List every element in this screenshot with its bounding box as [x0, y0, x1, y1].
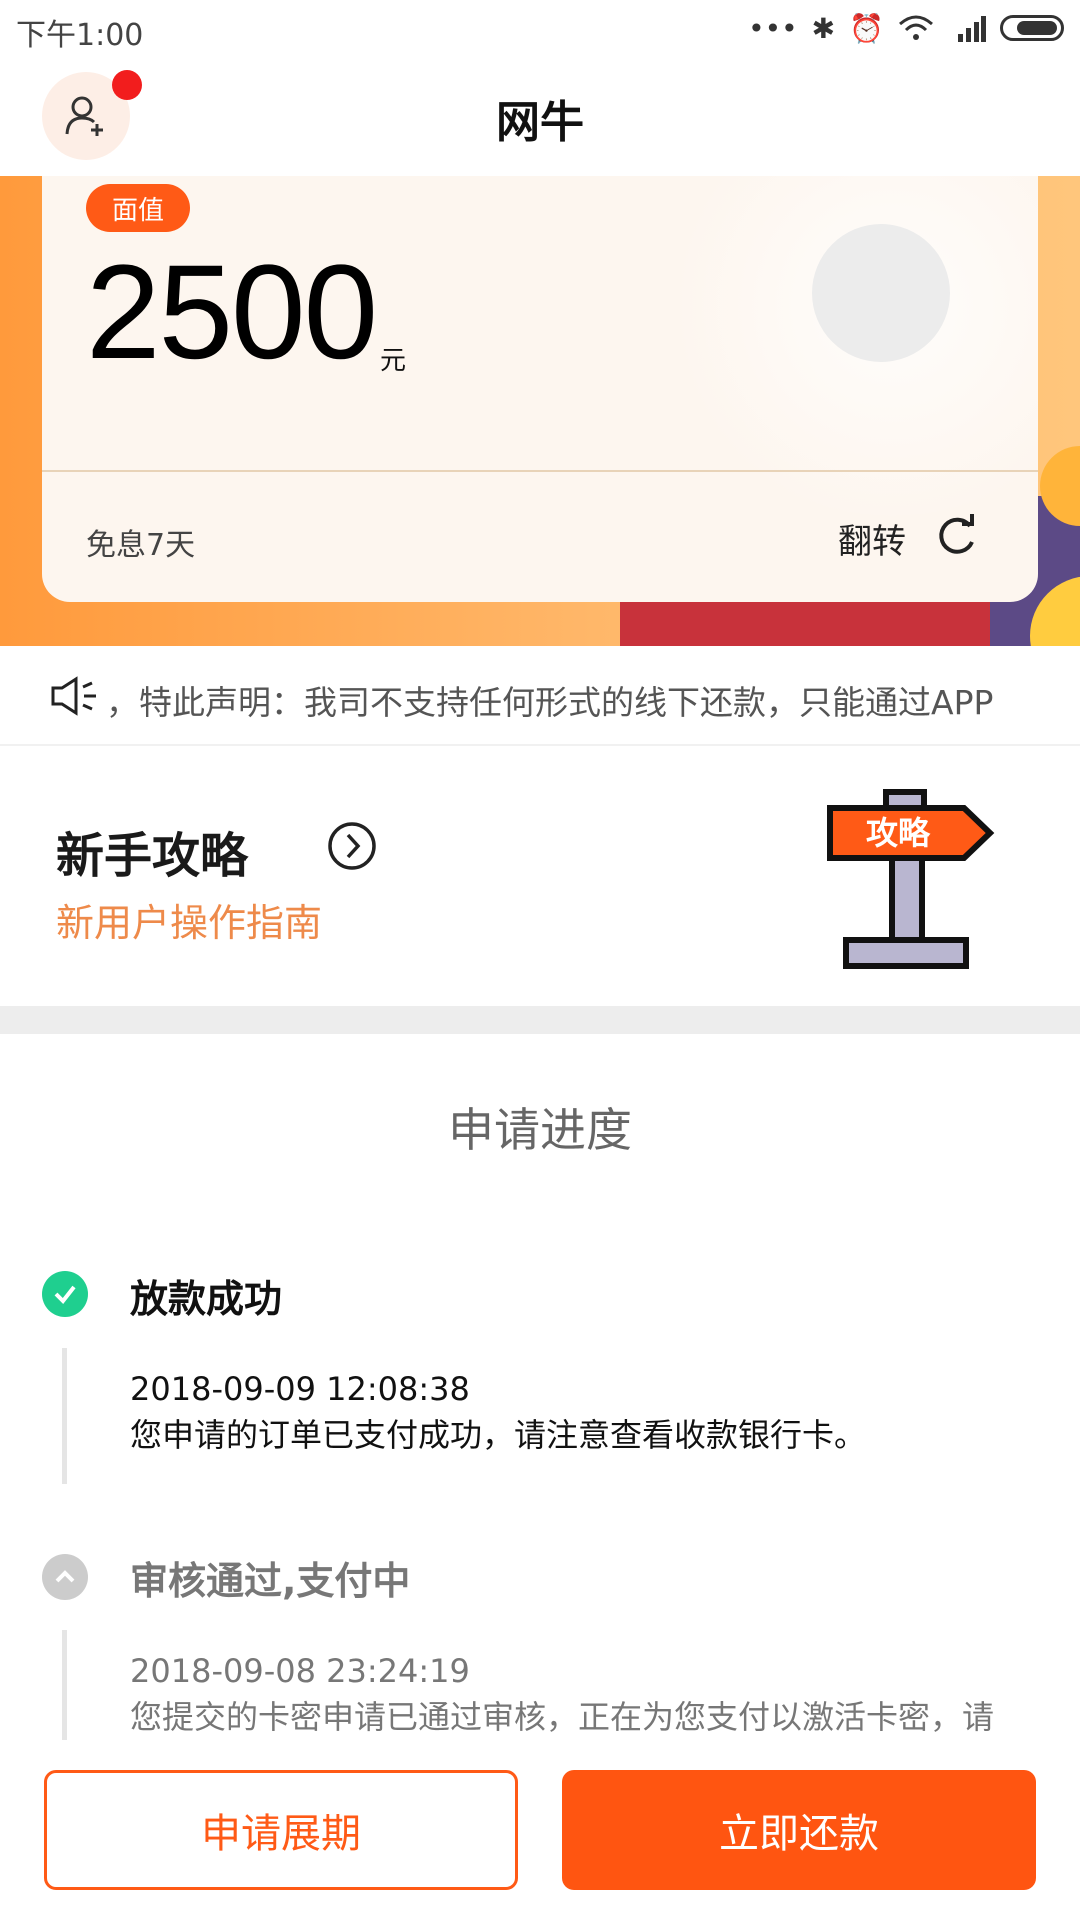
step-time: 2018-09-08 23:24:19 — [130, 1652, 470, 1690]
step-time: 2018-09-09 12:08:38 — [130, 1370, 470, 1408]
step-description: 您提交的卡密申请已通过审核，正在为您支付以激活卡密，请耐心等待 — [130, 1698, 995, 1736]
guide-title: 新手攻略 — [56, 828, 249, 884]
speaker-icon — [51, 676, 96, 716]
wifi-icon — [899, 15, 933, 40]
step-description: 您申请的订单已支付成功，请注意查看收款银行卡。 — [130, 1416, 867, 1454]
circle-chevron-right-icon[interactable] — [326, 820, 378, 872]
check-circle-icon — [42, 1271, 88, 1317]
repay-now-button[interactable]: 立即还款 — [562, 1770, 1036, 1890]
progress-title: 申请进度 — [448, 1103, 632, 1157]
alarm-icon: ⏰ — [849, 11, 884, 45]
signpost-label: 攻略 — [866, 814, 931, 852]
refresh-icon[interactable] — [932, 512, 980, 560]
interest-free-label: 免息7天 — [86, 528, 196, 563]
chevron-up-circle-icon[interactable] — [42, 1554, 88, 1600]
bottom-action-bar: 申请展期 立即还款 — [0, 1740, 1080, 1920]
step-title: 放款成功 — [130, 1277, 283, 1321]
signpost-illustration: 攻略 — [827, 789, 995, 969]
battery-icon — [1000, 15, 1064, 41]
face-value-badge: 面值 — [86, 184, 190, 232]
extend-button[interactable]: 申请展期 — [44, 1770, 518, 1890]
section-divider — [0, 1006, 1080, 1034]
more-dots-icon: ••• — [748, 11, 798, 45]
notice-bar[interactable]: ，特此声明：我司不支持任何形式的线下还款，只能通过APP — [0, 646, 1080, 746]
notice-text: ，特此声明：我司不支持任何形式的线下还款，只能通过APP — [106, 683, 994, 722]
status-time: 下午1:00 — [16, 18, 144, 53]
guide-subtitle: 新用户操作指南 — [56, 901, 323, 945]
card-divider — [42, 470, 1038, 472]
card-decoration-circle — [812, 224, 950, 362]
flip-button[interactable]: 翻转 — [838, 514, 906, 563]
bluetooth-icon: ✱ — [811, 11, 836, 45]
amount-unit: 元 — [380, 346, 407, 376]
step-connector — [62, 1630, 67, 1740]
hd-signal-icon — [958, 16, 986, 42]
application-progress: 申请进度 放款成功 2018-09-09 12:08:38 您申请的订单已支付成… — [0, 1034, 1080, 1740]
page-title: 网牛 — [496, 97, 584, 148]
step-connector — [62, 1348, 67, 1484]
status-icons: ••• ✱ ⏰ — [748, 10, 1064, 46]
step-title: 审核通过,支付中 — [130, 1559, 411, 1603]
beginner-guide[interactable]: 新手攻略 新用户操作指南 攻略 — [0, 748, 1080, 1006]
loan-card[interactable]: 面值 2500 元 免息7天 翻转 — [42, 176, 1038, 602]
status-bar: 下午1:00 ••• ✱ ⏰ — [0, 0, 1080, 56]
app-header: 网牛 — [0, 56, 1080, 176]
loan-banner: 面值 2500 元 免息7天 翻转 — [0, 176, 1080, 646]
loan-amount: 2500 — [86, 238, 378, 387]
